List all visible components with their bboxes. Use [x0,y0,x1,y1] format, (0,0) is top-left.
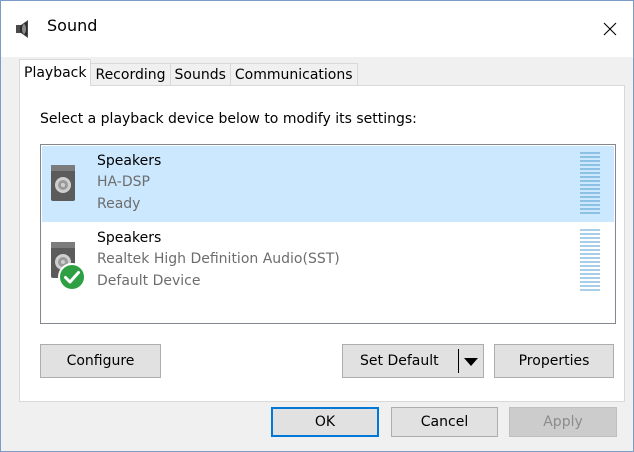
tab-sounds[interactable]: Sounds [169,63,231,86]
device-name: Speakers [97,153,162,169]
tab-playback[interactable]: Playback [19,59,92,86]
close-button[interactable] [587,1,633,57]
instructions-text: Select a playback device below to modify… [40,111,417,127]
device-status: Default Device [97,273,201,289]
volume-meter [580,152,600,216]
cancel-button[interactable]: Cancel [391,407,498,437]
default-check-icon [58,263,86,291]
device-description: Realtek High Definition Audio(SST) [97,251,340,267]
device-item-realtek[interactable]: Speakers Realtek High Definition Audio(S… [42,223,614,299]
device-status: Ready [97,196,141,212]
tab-recording[interactable]: Recording [90,63,171,86]
device-name: Speakers [97,230,162,246]
split-divider [458,349,459,373]
tab-communications[interactable]: Communications [229,63,358,86]
properties-button[interactable]: Properties [494,344,614,378]
tab-strip: Playback Recording Sounds Communications [19,59,358,86]
sound-dialog: Sound Playback Recording Sounds Communic… [0,0,634,452]
playback-panel: Select a playback device below to modify… [19,85,625,402]
window-title: Sound [47,16,98,35]
set-default-label: Set Default [360,353,439,369]
speaker-icon [16,20,28,38]
device-list[interactable]: Speakers HA-DSP Ready Speakers Realtek H… [40,144,616,324]
configure-button[interactable]: Configure [40,344,161,378]
title-bar[interactable]: Sound [1,1,633,57]
device-description: HA-DSP [97,174,150,190]
apply-button[interactable]: Apply [509,407,617,437]
chevron-down-icon[interactable] [462,356,480,368]
device-item-hadsp[interactable]: Speakers HA-DSP Ready [42,146,614,222]
set-default-button[interactable]: Set Default [342,344,484,378]
volume-meter [580,229,600,293]
close-icon [603,22,617,36]
speaker-icon [51,165,75,201]
ok-button[interactable]: OK [271,407,379,437]
